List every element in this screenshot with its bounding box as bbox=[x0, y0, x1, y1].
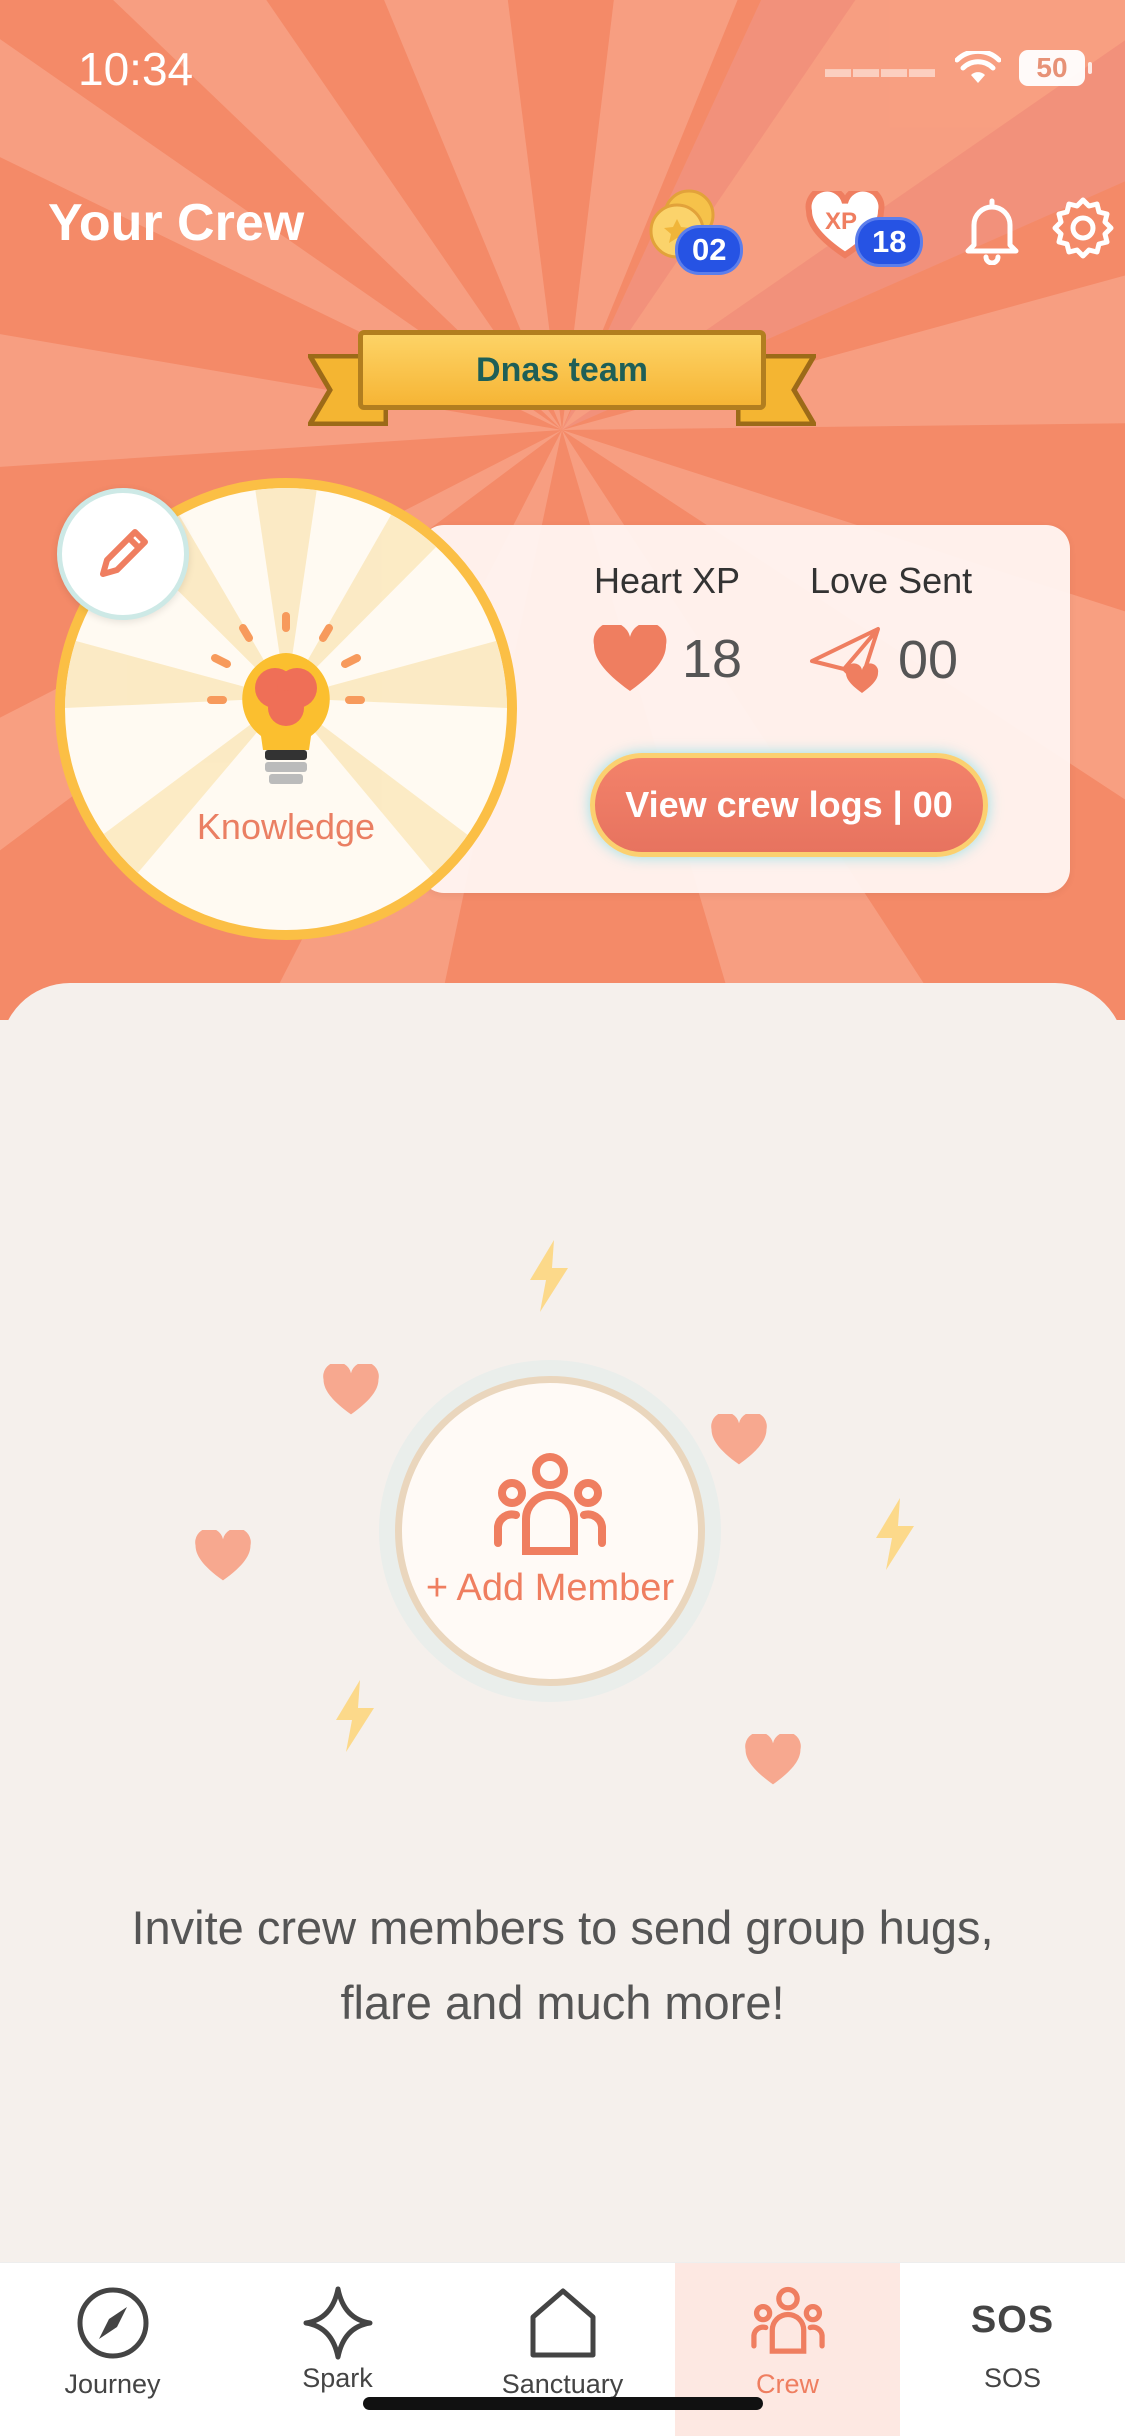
tab-label-journey: Journey bbox=[64, 2369, 161, 2399]
xp-label: XP bbox=[825, 208, 858, 235]
lightning-icon bbox=[530, 1240, 568, 1312]
xp-counter[interactable]: XP 18 bbox=[805, 185, 935, 275]
crew-topic-label: Knowledge bbox=[196, 806, 376, 847]
heart-xp-label: Heart XP bbox=[594, 560, 741, 601]
status-bar: 10:34 ▬▬▬▬ 50 bbox=[0, 0, 1125, 140]
lightning-icon bbox=[336, 1680, 374, 1752]
heart-icon bbox=[593, 625, 667, 691]
add-member-label: + Add Member bbox=[425, 1567, 675, 1609]
love-sent-value: 00 bbox=[898, 630, 959, 690]
team-name: Dnas team bbox=[476, 350, 648, 389]
tab-sanctuary[interactable]: Sanctuary bbox=[450, 2263, 675, 2436]
coin-count-badge: 02 bbox=[675, 225, 744, 275]
tab-label-sanctuary: Sanctuary bbox=[501, 2369, 624, 2399]
heart-decor-icon bbox=[711, 1414, 767, 1465]
home-icon bbox=[530, 2288, 595, 2358]
heart-decor-icon bbox=[745, 1734, 801, 1785]
tab-label-sos: SOS bbox=[983, 2363, 1042, 2393]
tab-label-spark: Spark bbox=[302, 2363, 373, 2393]
coin-counter[interactable]: 02 bbox=[645, 185, 755, 275]
crew-stats-card: Heart XP 18 Love Sent 00 View crew logs … bbox=[420, 525, 1070, 893]
crew-icon bbox=[750, 2286, 825, 2354]
status-icons: ▬▬▬▬ 50 bbox=[825, 50, 1092, 86]
pencil-icon bbox=[100, 529, 148, 577]
crew-group-icon bbox=[494, 1453, 606, 1555]
heart-xp-value: 18 bbox=[682, 629, 743, 689]
team-name-banner: Dnas team bbox=[308, 330, 816, 434]
tab-label-crew: Crew bbox=[755, 2369, 819, 2399]
signal-icon: ▬▬▬▬ bbox=[825, 52, 937, 83]
sos-icon: SOS bbox=[970, 2299, 1055, 2341]
team-name-ribbon: Dnas team bbox=[358, 330, 766, 410]
lightning-icon bbox=[876, 1498, 914, 1570]
tab-spark[interactable]: Spark bbox=[225, 2263, 450, 2436]
heart-xp-stat: 18 bbox=[592, 625, 742, 693]
tab-sos[interactable]: SOS SOS bbox=[900, 2263, 1125, 2436]
edit-crew-button[interactable] bbox=[57, 488, 189, 620]
paper-plane-heart-icon bbox=[810, 627, 880, 693]
home-indicator bbox=[363, 2397, 763, 2410]
xp-count-badge: 18 bbox=[855, 217, 924, 267]
tab-journey[interactable]: Journey bbox=[0, 2263, 225, 2436]
sparkle-icon bbox=[303, 2286, 372, 2360]
battery-icon: 50 bbox=[1019, 50, 1092, 86]
page-title: Your Crew bbox=[48, 194, 305, 252]
love-sent-stat: 00 bbox=[808, 625, 958, 695]
gear-icon[interactable] bbox=[1050, 195, 1116, 261]
status-time: 10:34 bbox=[78, 43, 194, 95]
heart-decor-icon bbox=[323, 1364, 379, 1415]
bell-icon[interactable] bbox=[960, 195, 1024, 265]
compass-icon bbox=[77, 2287, 148, 2359]
add-member-button[interactable]: + Add Member bbox=[395, 1376, 705, 1686]
heart-decor-icon bbox=[195, 1530, 251, 1581]
view-crew-logs-button[interactable]: View crew logs | 00 bbox=[590, 753, 988, 857]
love-sent-label: Love Sent bbox=[810, 560, 973, 601]
tab-crew[interactable]: Crew bbox=[675, 2263, 900, 2436]
wifi-icon bbox=[955, 51, 1001, 83]
invite-message: Invite crew members to send group hugs, … bbox=[131, 1901, 994, 2029]
